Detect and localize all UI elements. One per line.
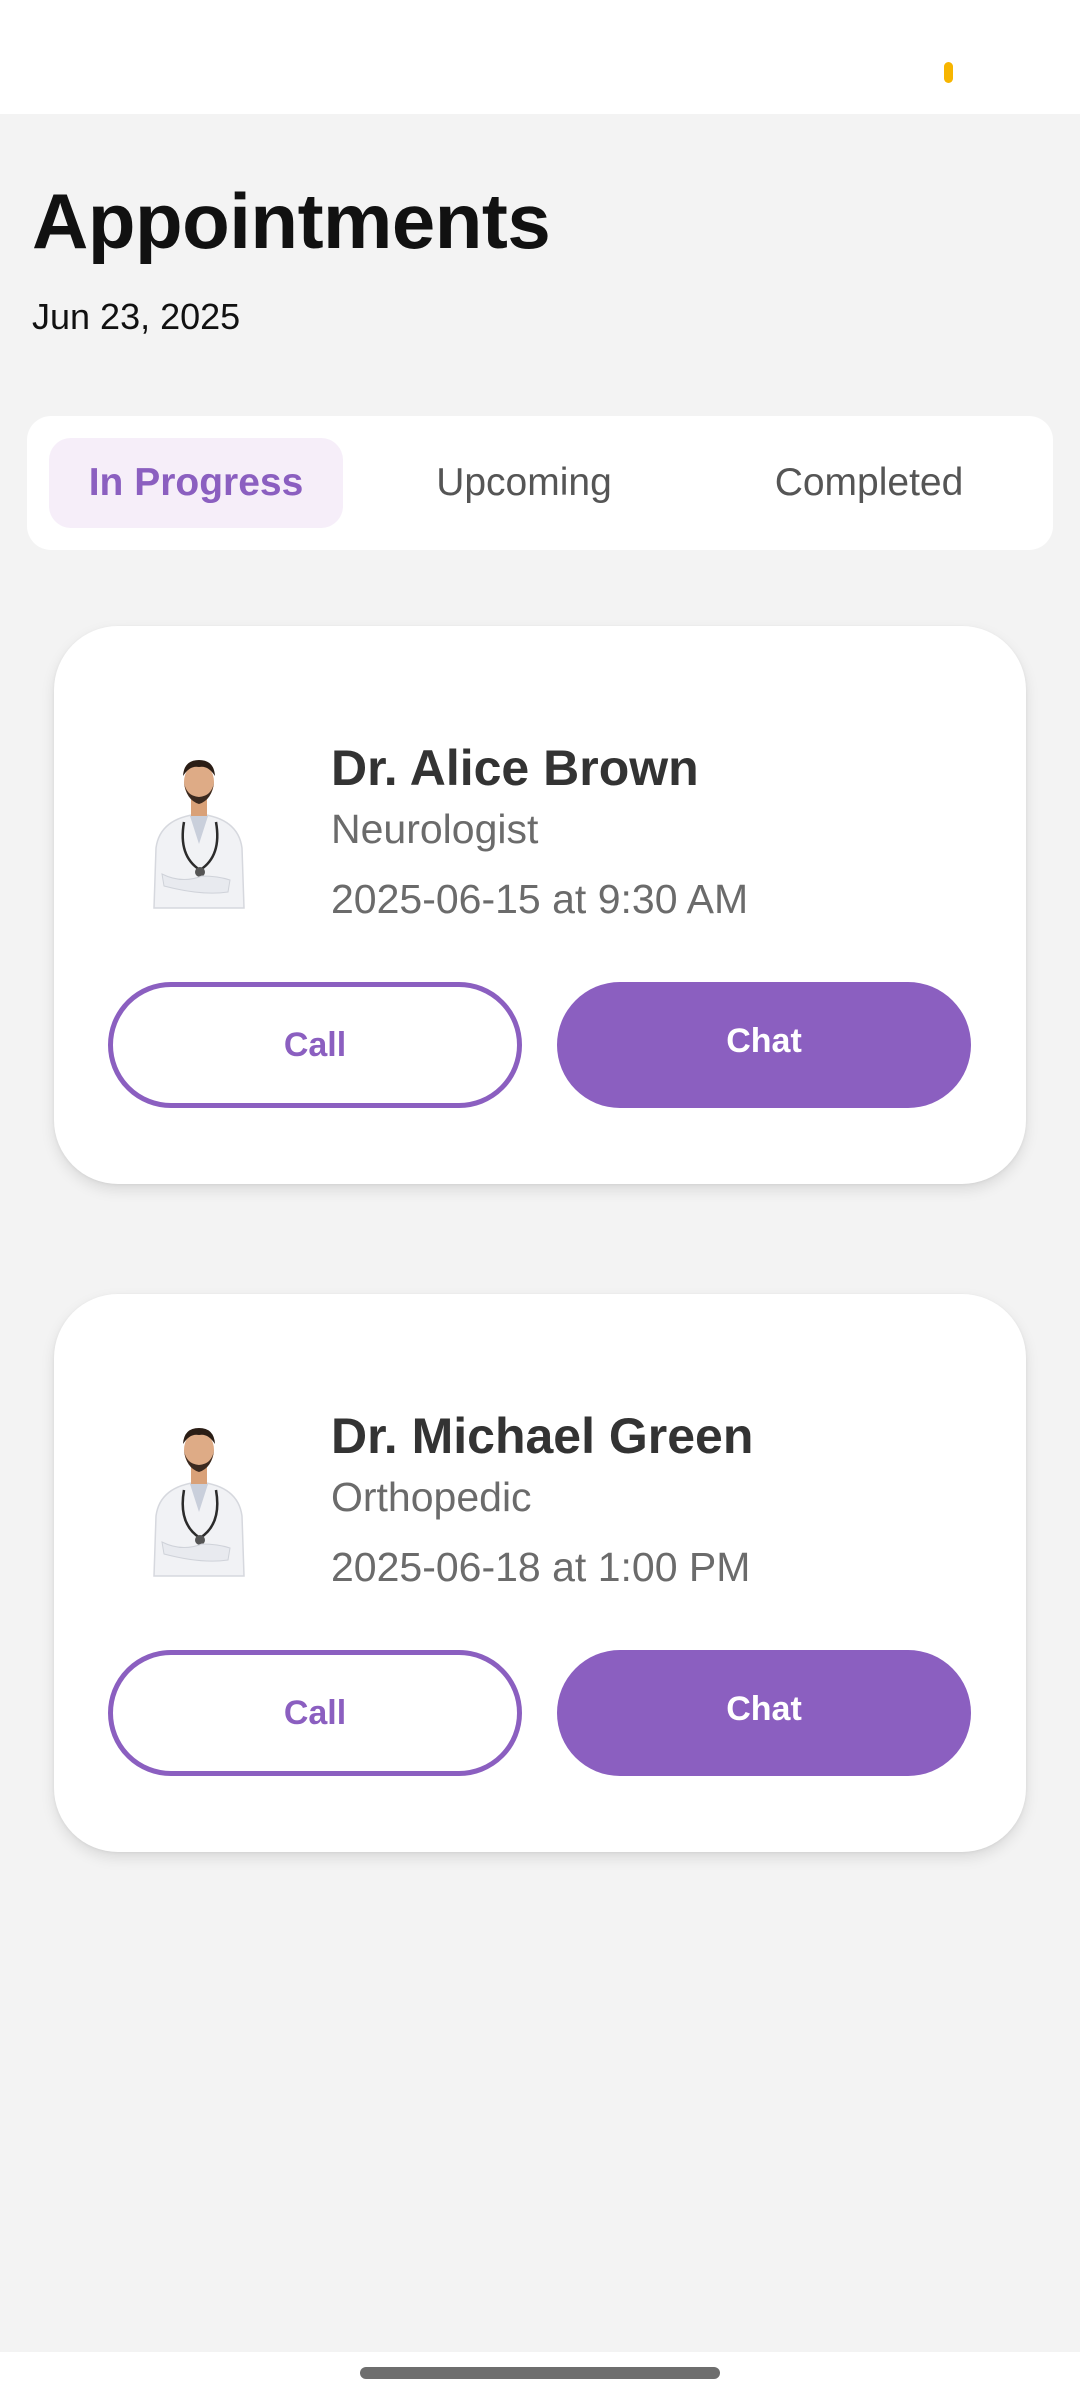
home-indicator[interactable] — [360, 2367, 720, 2379]
status-indicator-icon — [944, 62, 953, 83]
doctor-name: Dr. Alice Brown — [331, 740, 699, 796]
status-bar — [0, 0, 1080, 114]
appointment-datetime: 2025-06-15 at 9:30 AM — [331, 876, 749, 922]
doctor-avatar-icon — [153, 760, 245, 909]
chat-button[interactable]: Chat — [557, 982, 971, 1108]
doctor-avatar-icon — [153, 1428, 245, 1577]
tab-upcoming[interactable]: Upcoming — [371, 438, 677, 528]
page-date: Jun 23, 2025 — [32, 296, 241, 337]
doctor-specialty: Orthopedic — [331, 1474, 532, 1520]
navigation-bar — [0, 2352, 1080, 2400]
tab-completed[interactable]: Completed — [713, 438, 1025, 528]
call-button[interactable]: Call — [108, 982, 522, 1108]
appointment-tabs: In Progress Upcoming Completed — [27, 416, 1053, 550]
appointment-datetime: 2025-06-18 at 1:00 PM — [331, 1544, 751, 1590]
doctor-name: Dr. Michael Green — [331, 1408, 754, 1464]
appointment-card: Dr. Alice Brown Neurologist 2025-06-15 a… — [54, 626, 1026, 1184]
doctor-specialty: Neurologist — [331, 806, 539, 852]
chat-button[interactable]: Chat — [557, 1650, 971, 1776]
call-button[interactable]: Call — [108, 1650, 522, 1776]
page-title: Appointments — [32, 177, 551, 265]
tab-in-progress[interactable]: In Progress — [49, 438, 343, 528]
appointment-card: Dr. Michael Green Orthopedic 2025-06-18 … — [54, 1294, 1026, 1852]
